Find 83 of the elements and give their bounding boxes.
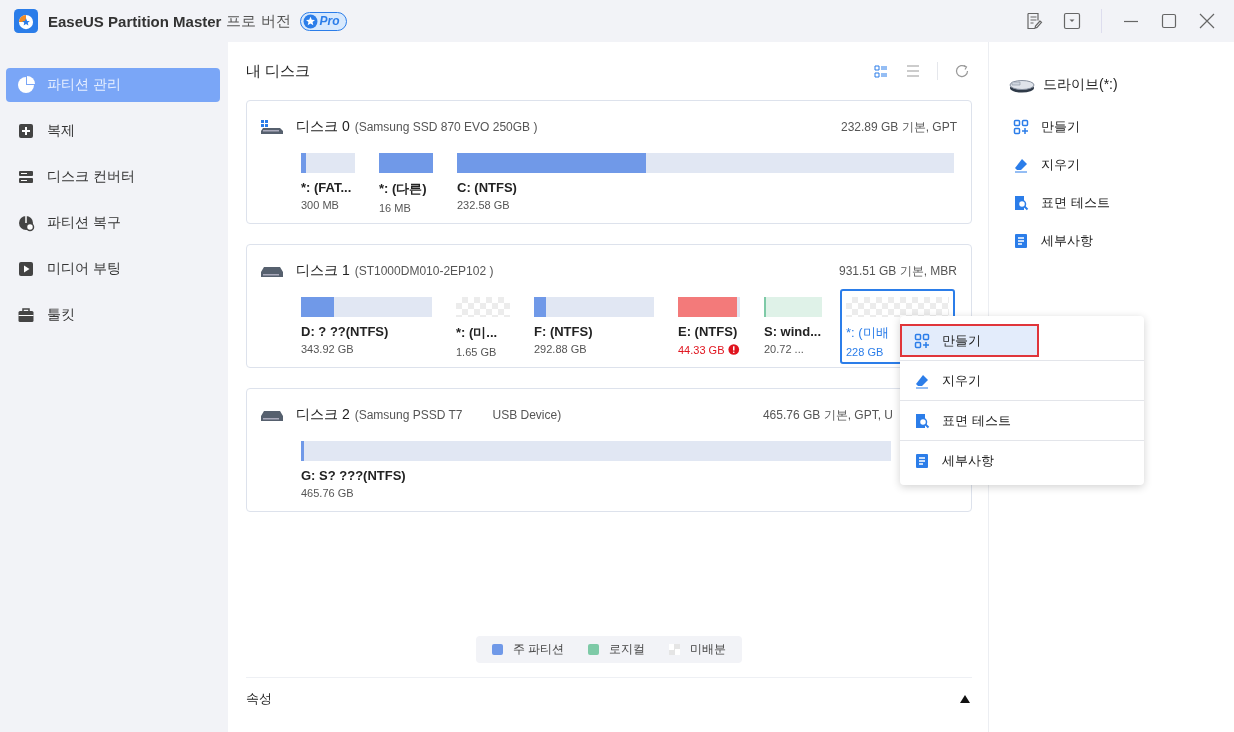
disk-name: 디스크 1 xyxy=(296,262,350,280)
feedback-icon[interactable] xyxy=(1025,12,1043,30)
partition-label: *: (FAT... xyxy=(301,180,353,195)
action-item[interactable]: 만들기 xyxy=(1009,108,1234,146)
sidebar-item[interactable]: 미디어 부팅 xyxy=(6,252,220,286)
eraser-icon xyxy=(914,372,930,389)
disk-connection: USB Device) xyxy=(492,408,562,422)
disk-info: 931.51 GB 기본, MBR xyxy=(838,262,957,280)
play-square-icon xyxy=(17,260,35,278)
menu-item[interactable]: 만들기 xyxy=(900,324,1039,357)
partition-tile[interactable]: E: (NTFS) 44.33 GB xyxy=(678,297,740,364)
legend-label: 주 파티션 xyxy=(512,641,565,658)
partition-label: S: wind... xyxy=(764,324,822,339)
disk-model: (Samsung SSD 870 EVO 250GB ) xyxy=(354,120,538,134)
ssd-drive-icon xyxy=(260,119,284,135)
disk-name: 디스크 2 xyxy=(296,406,350,424)
partition-tile[interactable]: S: wind... 20.72 ... xyxy=(764,297,822,364)
partition-size: 44.33 GB xyxy=(678,343,725,356)
partition-label: D: ? ??(NTFS) xyxy=(301,324,390,339)
partition-size: 292.88 GB xyxy=(534,343,587,355)
pie-search-icon xyxy=(17,214,35,232)
partition-tile[interactable]: *: (FAT... 300 MB xyxy=(301,153,355,214)
partition-label: *: (다른) xyxy=(379,180,428,198)
create-grid-icon xyxy=(1013,119,1029,135)
collapse-arrow-icon[interactable] xyxy=(960,695,970,703)
partition-label: G: S? ???(NTFS) xyxy=(301,468,407,483)
search-page-icon xyxy=(914,412,930,429)
partition-label: C: (NTFS) xyxy=(457,180,518,195)
sidebar-item[interactable]: 복제 xyxy=(6,114,220,148)
disk-card[interactable]: 디스크 0 (Samsung SSD 870 EVO 250GB ) 232.89 GB 기본, GPT *: (FAT... 300 MB *: (다른) 16 MB C: (NTFS) 232.58 GB xyxy=(246,100,972,224)
sidebar-item[interactable]: 디스크 컨버터 xyxy=(6,160,220,194)
partition-size: 1.65 GB xyxy=(456,346,497,358)
partition-size: 300 MB xyxy=(301,199,339,211)
partition-label: *: (미배 xyxy=(846,324,889,342)
partition-label: *: (미... xyxy=(456,324,499,342)
plus-square-icon xyxy=(17,122,35,140)
disk-name: 디스크 0 xyxy=(296,118,350,136)
drive-label: 드라이브(*:) xyxy=(1043,76,1118,94)
disk-info: 465.76 GB 기본, GPT, U xyxy=(762,406,893,424)
disk-model: (Samsung PSSD T7 xyxy=(354,408,463,422)
dropdown-icon[interactable] xyxy=(1063,12,1081,30)
create-grid-icon xyxy=(914,332,930,349)
partition-size: 343.92 GB xyxy=(301,343,354,355)
eraser-icon xyxy=(1013,157,1029,173)
partition-tile[interactable]: *: (다른) 16 MB xyxy=(379,153,433,214)
document-icon xyxy=(914,452,930,469)
sidebar-item[interactable]: 툴킷 xyxy=(6,298,220,332)
action-item[interactable]: 지우기 xyxy=(1009,146,1234,184)
maximize-icon[interactable] xyxy=(1160,12,1178,30)
disk-info: 232.89 GB 기본, GPT xyxy=(840,118,957,136)
app-logo-icon xyxy=(14,9,38,33)
document-icon xyxy=(1013,233,1029,249)
partition-size: 228 GB xyxy=(846,346,884,358)
warning-icon xyxy=(728,343,740,356)
refresh-icon[interactable] xyxy=(954,63,970,79)
sidebar-item[interactable]: 파티션 복구 xyxy=(6,206,220,240)
pro-badge: Pro xyxy=(299,11,347,31)
close-icon[interactable] xyxy=(1198,12,1216,30)
partition-size: 232.58 GB xyxy=(457,199,510,211)
app-title: EaseUS Partition Master xyxy=(48,12,222,30)
partition-tile[interactable]: D: ? ??(NTFS) 343.92 GB xyxy=(301,297,432,364)
disk-model: (ST1000DM010-2EP102 ) xyxy=(354,264,494,278)
partition-size: 465.76 GB xyxy=(301,487,354,499)
partition-tile[interactable]: F: (NTFS) 292.88 GB xyxy=(534,297,654,364)
drive-stack-icon xyxy=(17,168,35,186)
partition-tile[interactable]: G: S? ???(NTFS) 465.76 GB xyxy=(301,441,891,499)
properties-label: 속성 xyxy=(246,690,272,708)
legend-label: 미배분 xyxy=(690,641,727,658)
partition-tile[interactable]: C: (NTFS) 232.58 GB xyxy=(457,153,954,214)
partition-tile[interactable]: *: (미... 1.65 GB xyxy=(456,297,510,364)
toolbox-icon xyxy=(17,306,35,324)
search-page-icon xyxy=(1013,195,1029,211)
pie-chart-icon xyxy=(17,76,35,94)
partition-size: 16 MB xyxy=(379,202,411,214)
action-item[interactable]: 세부사항 xyxy=(1009,222,1234,260)
partition-label: E: (NTFS) xyxy=(678,324,739,339)
grid-view-icon[interactable] xyxy=(873,63,889,79)
partition-label: F: (NTFS) xyxy=(534,324,594,339)
legend-label: 로지컬 xyxy=(609,641,646,658)
section-title: 내 디스크 xyxy=(246,61,311,81)
partition-size: 20.72 ... xyxy=(764,343,804,355)
action-item[interactable]: 표면 테스트 xyxy=(1009,184,1234,222)
edition-label: 프로 버전 xyxy=(226,11,291,31)
